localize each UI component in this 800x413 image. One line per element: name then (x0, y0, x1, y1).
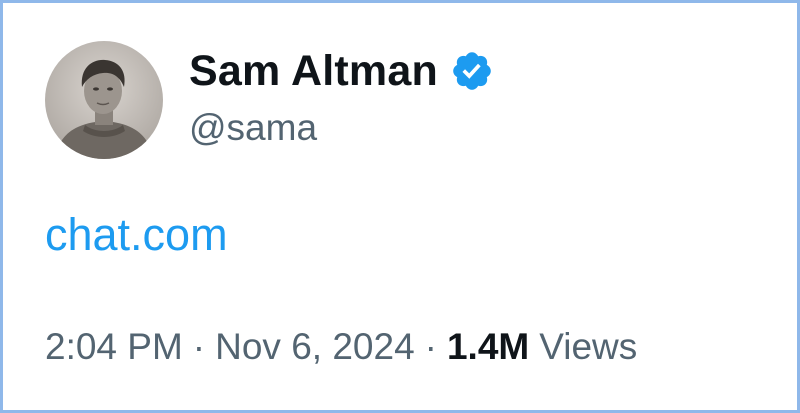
display-name[interactable]: Sam Altman (189, 47, 438, 96)
verified-badge-icon (453, 52, 491, 90)
tweet-card: Sam Altman @sama chat.com 2:04 PM · Nov … (0, 0, 800, 413)
avatar[interactable] (45, 41, 163, 159)
tweet-date[interactable]: Nov 6, 2024 (215, 326, 415, 368)
tweet-meta: 2:04 PM · Nov 6, 2024 · 1.4M Views (45, 326, 637, 368)
meta-separator: · (424, 326, 437, 367)
meta-separator: · (192, 326, 206, 367)
handle[interactable]: @sama (189, 107, 317, 149)
profile-photo (45, 41, 163, 159)
tweet-link[interactable]: chat.com (45, 209, 228, 261)
tweet-time[interactable]: 2:04 PM (45, 326, 183, 368)
views-count[interactable]: 1.4M (447, 326, 529, 368)
views-label[interactable]: Views (539, 326, 637, 368)
author-name-row: Sam Altman (189, 45, 494, 97)
